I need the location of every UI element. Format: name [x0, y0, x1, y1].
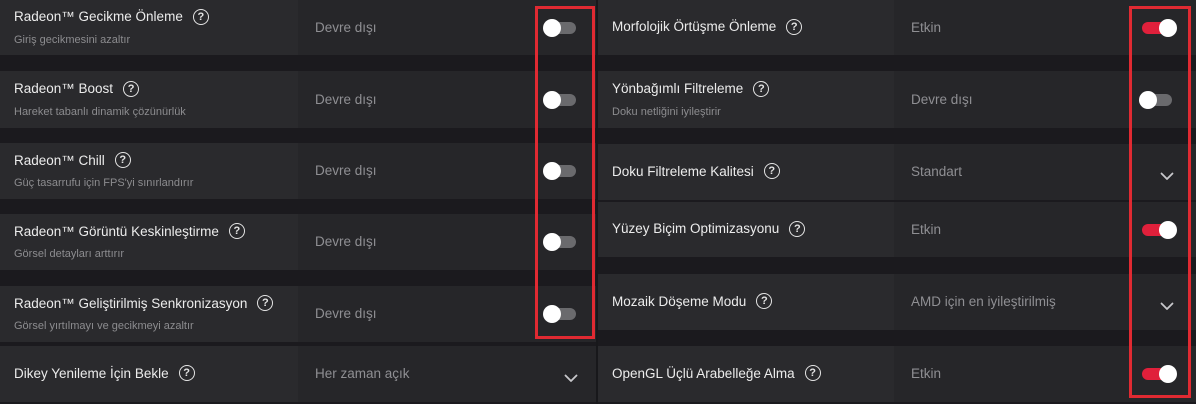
- setting-name-cell: Radeon™ Geliştirilmiş Senkronizasyon? Gör…: [0, 286, 296, 342]
- setting-title: Radeon™ Gecikme Önleme: [14, 9, 183, 24]
- setting-title-line: Dikey Yenileme İçin Bekle?: [14, 365, 195, 381]
- setting-row-radeon-chill: Radeon™ Chill? Güç tasarrufu için FPS'yi …: [0, 143, 596, 199]
- setting-subtitle: Doku netliğini iyileştirir: [612, 105, 721, 118]
- setting-title: Radeon™ Geliştirilmiş Senkronizasyon: [14, 295, 248, 311]
- setting-value: Devre dışı: [315, 19, 377, 35]
- setting-title-line: Morfolojik Örtüşme Önleme?: [612, 18, 803, 35]
- setting-value: Her zaman açık: [315, 366, 410, 381]
- help-icon[interactable]: ?: [804, 365, 821, 381]
- setting-value: Devre dışı: [315, 234, 377, 249]
- setting-row-dikey-yenileme-i-in-bekle: Dikey Yenileme İçin Bekle? Her zaman açık: [0, 346, 596, 402]
- setting-title: Morfolojik Örtüşme Önleme: [612, 19, 777, 34]
- setting-title: Yönbağımlı Filtreleme: [612, 81, 744, 96]
- setting-title-line: Radeon™ Görüntü Keskinleştirme?: [14, 223, 245, 239]
- setting-title: Radeon™ Boost: [14, 81, 114, 96]
- setting-name-cell: Radeon™ Chill? Güç tasarrufu için FPS'yi …: [0, 143, 296, 199]
- setting-title: Radeon™ Chill: [14, 152, 105, 168]
- right-settings-panel: Morfolojik Örtüşme Önleme? Etkin Yönbağıml…: [598, 0, 1196, 404]
- setting-title-line: Doku Filtreleme Kalitesi?: [612, 163, 780, 179]
- help-icon[interactable]: ?: [786, 18, 803, 35]
- setting-name-cell: Doku Filtreleme Kalitesi?: [598, 144, 892, 200]
- setting-row-radeon-g-r-nt-keskinle-tirme: Radeon™ Görüntü Keskinleştirme? Görsel de…: [0, 214, 596, 270]
- setting-name-cell: Yüzey Biçim Optimizasyonu?: [598, 202, 892, 257]
- setting-title-line: OpenGL Üçlü Arabelleğe Alma?: [612, 365, 821, 381]
- setting-title: Mozaik Döşeme Modu: [612, 293, 747, 309]
- setting-title-line: Radeon™ Chill?: [14, 152, 131, 168]
- setting-subtitle: Hareket tabanlı dinamik çözünürlük: [14, 105, 186, 118]
- setting-name-cell: Radeon™ Görüntü Keskinleştirme? Görsel de…: [0, 214, 296, 270]
- setting-value-cell[interactable]: Her zaman açık: [298, 346, 596, 402]
- setting-value: Devre dışı: [315, 306, 377, 321]
- toggle-highlight-box-right: [1129, 6, 1191, 398]
- help-icon[interactable]: ?: [114, 152, 131, 168]
- setting-name-cell: Yönbağımlı Filtreleme? Doku netliğini iyi…: [598, 71, 892, 128]
- toggle-highlight-box-left: [535, 6, 595, 339]
- setting-row-y-nba-ml-filtreleme: Yönbağımlı Filtreleme? Doku netliğini iyi…: [598, 71, 1196, 128]
- setting-value: Etkin: [911, 19, 942, 35]
- help-icon[interactable]: ?: [763, 163, 780, 179]
- setting-value: AMD için en iyileştirilmiş: [911, 294, 1056, 309]
- help-icon[interactable]: ?: [228, 223, 245, 239]
- setting-title: OpenGL Üçlü Arabelleğe Alma: [612, 365, 795, 381]
- setting-row-doku-filtreleme-kalitesi: Doku Filtreleme Kalitesi? Standart: [598, 144, 1196, 200]
- setting-name-cell: Dikey Yenileme İçin Bekle?: [0, 346, 296, 402]
- setting-title-line: Radeon™ Boost?: [14, 80, 140, 97]
- setting-title-line: Radeon™ Gecikme Önleme?: [14, 8, 209, 25]
- help-icon[interactable]: ?: [178, 365, 195, 381]
- help-icon[interactable]: ?: [753, 80, 770, 97]
- setting-name-cell: Mozaik Döşeme Modu?: [598, 274, 892, 330]
- setting-title-line: Yönbağımlı Filtreleme?: [612, 80, 770, 97]
- help-icon[interactable]: ?: [789, 220, 806, 237]
- setting-title: Radeon™ Görüntü Keskinleştirme: [14, 223, 219, 239]
- setting-name-cell: Morfolojik Örtüşme Önleme?: [598, 0, 892, 55]
- setting-row-opengl-l-arabelle-e-alma: OpenGL Üçlü Arabelleğe Alma? Etkin: [598, 346, 1196, 402]
- setting-value: Etkin: [911, 366, 942, 381]
- setting-name-cell: Radeon™ Boost? Hareket tabanlı dinamik çö…: [0, 71, 296, 128]
- setting-value: Devre dışı: [315, 163, 377, 178]
- setting-subtitle: Görsel detayları arttırır: [14, 248, 125, 260]
- setting-title: Doku Filtreleme Kalitesi: [612, 163, 754, 179]
- setting-row-morfolojik-rt-me-nleme: Morfolojik Örtüşme Önleme? Etkin: [598, 0, 1196, 55]
- setting-title: Dikey Yenileme İçin Bekle: [14, 365, 169, 381]
- left-settings-panel: Radeon™ Gecikme Önleme? Giriş gecikmesini…: [0, 0, 596, 404]
- setting-subtitle: Görsel yırtılmayı ve gecikmeyi azaltır: [14, 320, 194, 332]
- setting-row-radeon-geli-tirilmi-senkronizasyon: Radeon™ Geliştirilmiş Senkronizasyon? Gör…: [0, 286, 596, 342]
- setting-row-radeon-boost: Radeon™ Boost? Hareket tabanlı dinamik çö…: [0, 71, 596, 128]
- setting-row-radeon-gecikme-nleme: Radeon™ Gecikme Önleme? Giriş gecikmesini…: [0, 0, 596, 55]
- setting-name-cell: OpenGL Üçlü Arabelleğe Alma?: [598, 346, 892, 402]
- setting-value: Etkin: [911, 221, 942, 237]
- setting-value: Standart: [911, 164, 963, 179]
- setting-row-y-zey-bi-im-optimizasyonu: Yüzey Biçim Optimizasyonu? Etkin: [598, 202, 1196, 257]
- setting-title: Yüzey Biçim Optimizasyonu: [612, 221, 780, 236]
- setting-subtitle: Güç tasarrufu için FPS'yi sınırlandırır: [14, 177, 194, 189]
- help-icon[interactable]: ?: [123, 80, 140, 97]
- setting-value: Devre dışı: [911, 91, 973, 107]
- help-icon[interactable]: ?: [756, 293, 773, 309]
- help-icon[interactable]: ?: [257, 295, 274, 311]
- setting-title-line: Radeon™ Geliştirilmiş Senkronizasyon?: [14, 295, 274, 311]
- setting-title-line: Mozaik Döşeme Modu?: [612, 293, 773, 309]
- setting-value: Devre dışı: [315, 91, 377, 107]
- help-icon[interactable]: ?: [192, 8, 209, 25]
- setting-name-cell: Radeon™ Gecikme Önleme? Giriş gecikmesini…: [0, 0, 296, 55]
- chevron-down-icon[interactable]: [564, 370, 578, 382]
- setting-row-mozaik-d-eme-modu: Mozaik Döşeme Modu? AMD için en iyileştir…: [598, 274, 1196, 330]
- setting-subtitle: Giriş gecikmesini azaltır: [14, 33, 131, 46]
- setting-title-line: Yüzey Biçim Optimizasyonu?: [612, 220, 806, 237]
